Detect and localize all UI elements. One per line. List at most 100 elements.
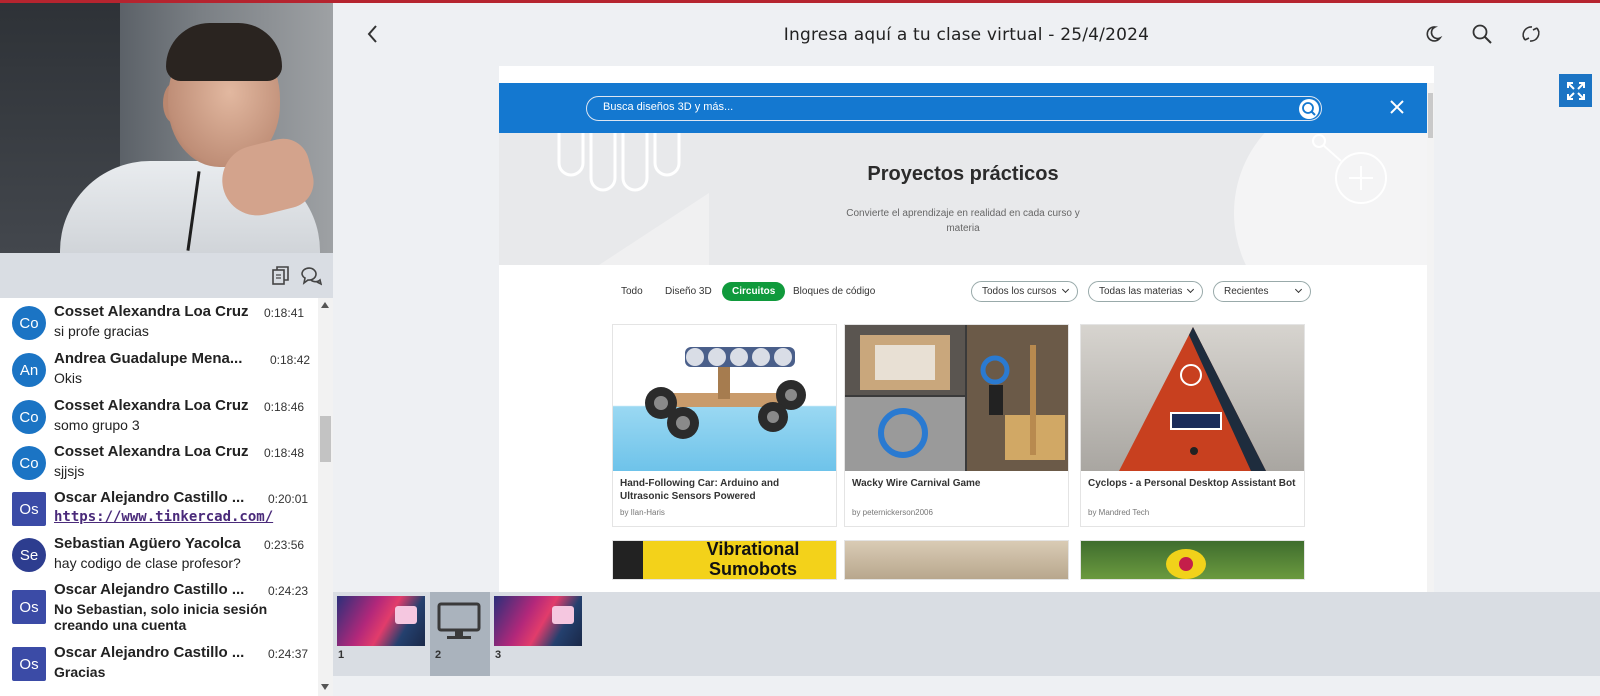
message-text: si profe gracias <box>54 323 149 339</box>
slide-number: 1 <box>338 649 345 661</box>
project-title: Cyclops - a Personal Desktop Assistant B… <box>1088 478 1296 489</box>
project-card[interactable]: Cyclops - a Personal Desktop Assistant B… <box>1080 324 1305 527</box>
message-time: 0:24:23 <box>268 584 309 598</box>
slide-thumbnail-1[interactable]: 1 <box>333 592 429 676</box>
message-text: Gracias <box>54 664 106 680</box>
tinkercad-search-bar: Busca diseños 3D y más... <box>499 83 1427 133</box>
slide-thumbnail-strip: 1 2 3 <box>333 592 1600 676</box>
chat-bubbles-icon[interactable] <box>300 265 322 287</box>
chat-message: Co Cosset Alexandra Loa Cruz 0:18:48 sjj… <box>0 440 318 486</box>
courses-dropdown[interactable]: Todos los cursos <box>971 281 1078 302</box>
avatar: Se <box>12 538 46 572</box>
slide-thumbnail-image <box>494 596 582 646</box>
scroll-up-icon[interactable] <box>321 302 329 308</box>
avatar: Co <box>12 400 46 434</box>
chevron-down-icon <box>1061 285 1070 294</box>
project-card[interactable] <box>844 540 1069 580</box>
search-icon[interactable] <box>1299 99 1319 119</box>
project-author: by Ilan-Haris <box>620 508 665 517</box>
message-time: 0:20:01 <box>268 492 309 506</box>
chat-message: An Andrea Guadalupe Mena... 0:18:42 Okis <box>0 347 318 393</box>
hero-subtitle: Convierte el aprendizaje en realidad en … <box>846 208 1080 234</box>
slide-scrollbar[interactable] <box>1427 83 1434 592</box>
slide-scroll-thumb[interactable] <box>1428 93 1433 138</box>
avatar: Os <box>12 590 46 624</box>
filter-tabs: Todo Diseño 3D Circuitos Bloques de códi… <box>499 277 1427 307</box>
hero-title: Proyectos prácticos <box>867 163 1059 185</box>
subjects-dropdown-label: Todas las materias <box>1099 286 1183 297</box>
chat-message: Co Cosset Alexandra Loa Cruz 0:18:46 som… <box>0 394 318 440</box>
sort-dropdown-label: Recientes <box>1224 286 1269 297</box>
fullscreen-button[interactable] <box>1559 74 1592 107</box>
project-author: by peternickerson2006 <box>852 508 933 517</box>
message-time: 0:18:42 <box>270 353 311 367</box>
hero-banner: Proyectos prácticos Convierte el aprendi… <box>499 133 1427 265</box>
page-title: Ingresa aquí a tu clase virtual - 25/4/2… <box>783 25 1150 45</box>
project-author: by Mandred Tech <box>1088 508 1150 517</box>
header: Ingresa aquí a tu clase virtual - 25/4/2… <box>333 3 1600 65</box>
sender-name: Cosset Alexandra Loa Cruz <box>54 397 249 414</box>
webcam-video <box>0 3 333 253</box>
message-text: Okis <box>54 370 82 386</box>
sender-name: Sebastian Agüero Yacolca <box>54 535 241 552</box>
project-card[interactable]: Hand-Following Car: Arduino and Ultrason… <box>612 324 837 527</box>
message-text: somo grupo 3 <box>54 417 140 433</box>
project-card[interactable]: Vibrational Sumobots <box>612 540 837 580</box>
search-icon[interactable] <box>1471 23 1493 45</box>
search-placeholder: Busca diseños 3D y más... <box>603 101 734 113</box>
expand-icon <box>1566 81 1585 100</box>
sender-name: Oscar Alejandro Castillo ... <box>54 581 245 598</box>
message-link[interactable]: https://www.tinkercad.com/ <box>54 509 309 525</box>
chevron-down-icon <box>1186 285 1195 294</box>
slide-thumbnail-2[interactable]: 2 <box>430 592 490 676</box>
message-text: No Sebastian, solo inicia sesión creando… <box>54 601 268 633</box>
copy-icon[interactable] <box>270 265 292 287</box>
search-input[interactable]: Busca diseños 3D y más... <box>586 96 1322 121</box>
message-time: 0:18:41 <box>264 306 305 320</box>
sender-name: Oscar Alejandro Castillo ... <box>54 644 245 661</box>
project-card[interactable]: Wacky Wire Carnival Game by peternickers… <box>844 324 1069 527</box>
subjects-dropdown[interactable]: Todas las materias <box>1088 281 1203 302</box>
sync-icon[interactable] <box>1520 23 1542 45</box>
message-text: sjjsjs <box>54 463 85 479</box>
tab-todo[interactable]: Todo <box>621 286 643 297</box>
slide-thumbnail-3[interactable]: 3 <box>490 592 586 676</box>
tab-diseno-3d[interactable]: Diseño 3D <box>665 286 712 297</box>
avatar: Co <box>12 446 46 480</box>
tab-circuitos[interactable]: Circuitos <box>722 282 786 301</box>
scroll-thumb[interactable] <box>320 416 331 462</box>
avatar: Os <box>12 492 46 526</box>
close-icon[interactable] <box>1387 97 1407 117</box>
project-title: Wacky Wire Carnival Game <box>852 478 981 489</box>
shared-screen-slide: Busca diseños 3D y más... Proyectos prác… <box>499 66 1434 592</box>
chat-message: Os Oscar Alejandro Castillo ... 0:20:01 … <box>0 486 318 532</box>
sender-name: Cosset Alexandra Loa Cruz <box>54 443 249 460</box>
project-image <box>1081 325 1304 471</box>
avatar: Co <box>12 306 46 340</box>
message-time: 0:23:56 <box>264 538 305 552</box>
message-time: 0:24:37 <box>268 647 309 661</box>
sort-dropdown[interactable]: Recientes <box>1213 281 1311 302</box>
message-text: hay codigo de clase profesor? <box>54 555 241 571</box>
sender-name: Cosset Alexandra Loa Cruz <box>54 303 249 320</box>
left-panel: Co Cosset Alexandra Loa Cruz 0:18:41 si … <box>0 3 333 696</box>
chat-message-list[interactable]: Co Cosset Alexandra Loa Cruz 0:18:41 si … <box>0 298 318 696</box>
project-title: Vibrational Sumobots <box>706 540 800 579</box>
tab-bloques-de-codigo[interactable]: Bloques de código <box>793 286 875 297</box>
slide-number: 3 <box>495 649 502 661</box>
avatar: Os <box>12 647 46 681</box>
project-card[interactable] <box>1080 540 1305 580</box>
monitor-icon <box>437 602 481 639</box>
chat-message: Os Oscar Alejandro Castillo ... 0:24:23 … <box>0 578 318 638</box>
avatar: An <box>12 353 46 387</box>
chat-scrollbar[interactable] <box>318 298 333 696</box>
project-image <box>613 325 836 471</box>
message-time: 0:18:46 <box>264 400 305 414</box>
scroll-down-icon[interactable] <box>321 684 329 690</box>
project-image <box>845 325 1068 471</box>
courses-dropdown-label: Todos los cursos <box>982 286 1057 297</box>
project-title: Hand-Following Car: Arduino and Ultrason… <box>620 478 780 502</box>
chevron-down-icon <box>1294 285 1303 294</box>
dark-mode-icon[interactable] <box>1422 23 1444 45</box>
chat-message: Co Cosset Alexandra Loa Cruz 0:18:41 si … <box>0 300 318 346</box>
